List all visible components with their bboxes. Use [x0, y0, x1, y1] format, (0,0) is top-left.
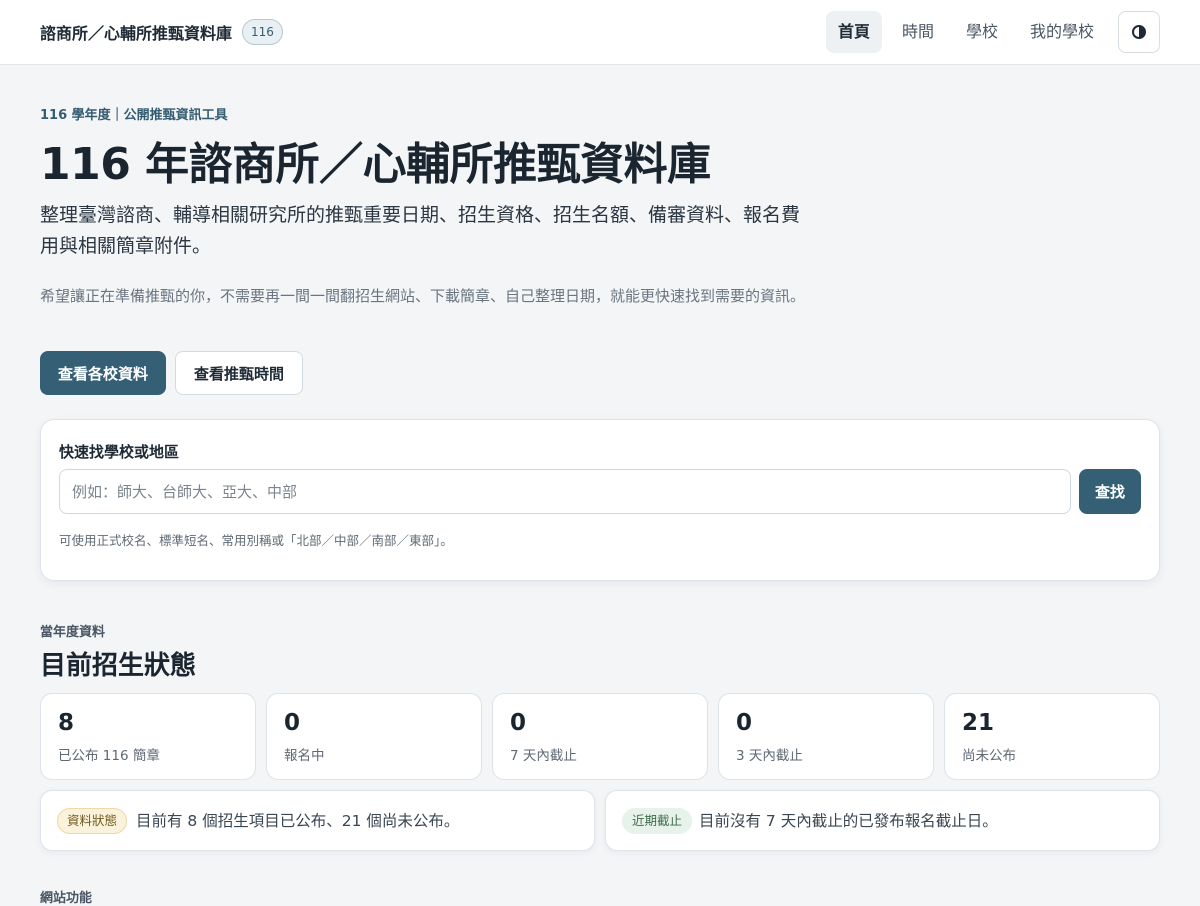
features-eyebrow: 網站功能 — [40, 891, 93, 906]
notice-text: 目前沒有 7 天內截止的已發布報名截止日。 — [699, 812, 998, 830]
status-badge: 資料狀態 — [57, 808, 128, 834]
stat-value: 8 — [58, 710, 75, 736]
search-button[interactable]: 查找 — [1079, 469, 1141, 514]
stat-label: 7 天內截止 — [510, 748, 577, 764]
stat-label: 報名中 — [284, 748, 325, 764]
stat-label: 尚未公布 — [962, 748, 1016, 764]
theme-toggle-button[interactable] — [1118, 11, 1160, 53]
status-section-title: 目前招生狀態 — [40, 651, 197, 681]
hero-eyebrow: 116 學年度｜公開推甄資訊工具 — [40, 108, 228, 123]
data-status-notice: 資料狀態 目前有 8 個招生項目已公布、21 個尚未公布。 — [40, 790, 595, 851]
page-title: 116 年諮商所／心輔所推甄資料庫 — [40, 139, 711, 190]
search-hint: 可使用正式校名、標準短名、常用別稱或「北部／中部／南部／東部」。 — [59, 533, 453, 548]
stat-card-7-days: 0 7 天內截止 — [492, 693, 708, 780]
nav-item-my-schools[interactable]: 我的學校 — [1018, 11, 1106, 53]
search-input[interactable] — [59, 469, 1071, 514]
site-title[interactable]: 諮商所／心輔所推甄資料庫 — [40, 20, 232, 44]
stat-card-open: 0 報名中 — [266, 693, 482, 780]
brand[interactable]: 諮商所／心輔所推甄資料庫 116 — [40, 19, 283, 45]
stat-value: 0 — [510, 710, 527, 736]
stat-card-unpublished: 21 尚未公布 — [944, 693, 1160, 780]
contrast-icon — [1132, 25, 1146, 39]
stat-value: 21 — [962, 710, 995, 736]
view-schools-button[interactable]: 查看各校資料 — [40, 351, 166, 395]
year-badge: 116 — [242, 19, 283, 45]
stat-label: 已公布 116 簡章 — [58, 748, 160, 764]
notice-text: 目前有 8 個招生項目已公布、21 個尚未公布。 — [136, 812, 460, 830]
stat-card-published: 8 已公布 116 簡章 — [40, 693, 256, 780]
status-eyebrow: 當年度資料 — [40, 625, 106, 640]
deadline-notice: 近期截止 目前沒有 7 天內截止的已發布報名截止日。 — [605, 790, 1160, 851]
deadline-badge: 近期截止 — [622, 808, 693, 834]
hero-lead: 整理臺灣諮商、輔導相關研究所的推甄重要日期、招生資格、招生名額、備審資料、報名費… — [40, 204, 801, 257]
stat-label: 3 天內截止 — [736, 748, 803, 764]
main-nav: 首頁 時間 學校 我的學校 — [826, 11, 1114, 53]
stat-value: 0 — [284, 710, 301, 736]
hero-subtext: 希望讓正在準備推甄的你，不需要再一間一間翻招生網站、下載簡章、自己整理日期，就能… — [40, 287, 806, 305]
stat-value: 0 — [736, 710, 753, 736]
search-label: 快速找學校或地區 — [59, 443, 180, 461]
view-timeline-button[interactable]: 查看推甄時間 — [175, 351, 303, 395]
stat-card-3-days: 0 3 天內截止 — [718, 693, 934, 780]
nav-item-schools[interactable]: 學校 — [954, 11, 1010, 53]
nav-item-home[interactable]: 首頁 — [826, 11, 883, 53]
nav-item-time[interactable]: 時間 — [890, 11, 946, 53]
search-card: 快速找學校或地區 查找 可使用正式校名、標準短名、常用別稱或「北部／中部／南部／… — [40, 419, 1160, 581]
top-bar: 諮商所／心輔所推甄資料庫 116 首頁 時間 學校 我的學校 — [0, 0, 1200, 65]
